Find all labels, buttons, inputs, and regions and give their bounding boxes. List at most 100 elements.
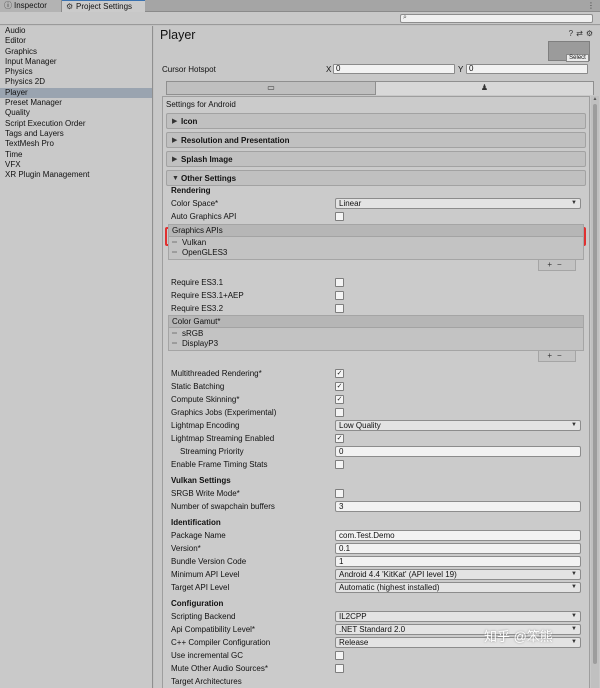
select-button[interactable]: Select — [566, 54, 589, 62]
category-physics[interactable]: Physics — [0, 67, 152, 77]
min-api-label: Minimum API Level — [171, 570, 240, 579]
settings-category-list: Audio Editor Graphics Input Manager Phys… — [0, 26, 153, 688]
category-time[interactable]: Time — [0, 150, 152, 160]
category-quality[interactable]: Quality — [0, 108, 152, 118]
mute-audio-label: Mute Other Audio Sources* — [171, 664, 268, 673]
frame-timing-checkbox[interactable] — [335, 460, 344, 469]
es31-checkbox[interactable] — [335, 278, 344, 287]
tab-project-settings[interactable]: ⚙ Project Settings — [62, 0, 145, 12]
graphics-apis-header: Graphics APIs — [169, 225, 583, 237]
foldout-other-settings[interactable]: ▼ Other Settings — [166, 170, 586, 186]
category-editor[interactable]: Editor — [0, 36, 152, 46]
scripting-backend-dropdown[interactable]: IL2CPP ▼ — [335, 611, 581, 622]
android-settings-content: Settings for Android ▶ Icon ▶ Resolution… — [162, 96, 590, 688]
color-gamut-list: Color Gamut* ═ sRGB ═ DisplayP3 — [168, 315, 584, 351]
section-identification: Identification — [171, 518, 221, 527]
compute-skinning-checkbox[interactable]: ✓ — [335, 395, 344, 404]
minus-icon[interactable]: − — [557, 260, 567, 269]
tab-inspector[interactable]: ⓘ Inspector — [0, 0, 62, 12]
foldout-splash[interactable]: ▶ Splash Image — [166, 151, 586, 167]
tab-standalone[interactable]: ▭ — [166, 81, 376, 95]
package-name-input[interactable]: com.Test.Demo — [335, 530, 581, 541]
settings-for-label: Settings for Android — [166, 100, 236, 109]
preset-icon[interactable]: ⇄ — [576, 29, 586, 38]
gear-icon: ⚙ — [66, 2, 74, 11]
bundle-version-input[interactable]: 1 — [335, 556, 581, 567]
drag-handle-icon[interactable]: ═ — [172, 329, 177, 339]
category-tags-and-layers[interactable]: Tags and Layers — [0, 129, 152, 139]
window-menu-icon[interactable]: ⋮ — [587, 0, 595, 12]
category-xr-plugin-management[interactable]: XR Plugin Management — [0, 170, 152, 180]
srgb-write-checkbox[interactable] — [335, 489, 344, 498]
es31-label: Require ES3.1 — [171, 278, 224, 287]
incremental-gc-checkbox[interactable] — [335, 651, 344, 660]
version-label: Version* — [171, 544, 201, 553]
category-textmesh-pro[interactable]: TextMesh Pro — [0, 139, 152, 149]
swapchain-label: Number of swapchain buffers — [171, 502, 275, 511]
lightmap-streaming-checkbox[interactable]: ✓ — [335, 434, 344, 443]
plus-icon[interactable]: + — [547, 260, 557, 269]
hotspot-x-label: X — [326, 65, 332, 74]
es32-label: Require ES3.2 — [171, 304, 224, 313]
multithreaded-checkbox[interactable]: ✓ — [335, 369, 344, 378]
es31aep-checkbox[interactable] — [335, 291, 344, 300]
drag-handle-icon[interactable]: ═ — [172, 339, 177, 349]
category-script-execution-order[interactable]: Script Execution Order — [0, 119, 152, 129]
add-remove-buttons[interactable]: +− — [538, 260, 576, 271]
lightmap-encoding-dropdown[interactable]: Low Quality ▼ — [335, 420, 581, 431]
settings-gear-icon[interactable]: ⚙ — [586, 29, 596, 38]
streaming-priority-input[interactable]: 0 — [335, 446, 581, 457]
auto-graphics-api-checkbox[interactable] — [335, 212, 344, 221]
swapchain-input[interactable]: 3 — [335, 501, 581, 512]
add-remove-buttons[interactable]: +− — [538, 351, 576, 362]
target-api-dropdown[interactable]: Automatic (highest installed) ▼ — [335, 582, 581, 593]
foldout-icon[interactable]: ▶ Icon — [166, 113, 586, 129]
tab-android[interactable]: ♟ — [375, 81, 594, 95]
scroll-up-icon[interactable]: ▲ — [591, 96, 599, 102]
list-item[interactable]: DisplayP3 — [182, 339, 218, 349]
hotspot-x-input[interactable]: 0 — [333, 64, 455, 74]
help-icon[interactable]: ? — [569, 29, 576, 38]
section-configuration: Configuration — [171, 599, 224, 608]
category-vfx[interactable]: VFX — [0, 160, 152, 170]
graphics-jobs-checkbox[interactable] — [335, 408, 344, 417]
hotspot-y-label: Y — [458, 65, 464, 74]
category-player[interactable]: Player — [0, 87, 152, 99]
list-item[interactable]: OpenGLES3 — [182, 248, 227, 258]
static-batching-checkbox[interactable]: ✓ — [335, 382, 344, 391]
category-audio[interactable]: Audio — [0, 26, 152, 36]
drag-handle-icon[interactable]: ═ — [172, 238, 177, 248]
vertical-scrollbar[interactable]: ▲ — [591, 96, 599, 688]
chevron-right-icon: ▶ — [172, 118, 178, 125]
lightmap-streaming-label: Lightmap Streaming Enabled — [171, 434, 275, 443]
chevron-down-icon: ▼ — [571, 584, 577, 590]
category-preset-manager[interactable]: Preset Manager — [0, 98, 152, 108]
plus-icon[interactable]: + — [547, 351, 557, 360]
search-bar: ⌕ — [0, 12, 600, 25]
search-input[interactable]: ⌕ — [400, 14, 593, 23]
category-input-manager[interactable]: Input Manager — [0, 57, 152, 67]
es32-checkbox[interactable] — [335, 304, 344, 313]
foldout-resolution[interactable]: ▶ Resolution and Presentation — [166, 132, 586, 148]
category-graphics[interactable]: Graphics — [0, 47, 152, 57]
player-settings-panel: Player ?⇄⚙ Select Cursor Hotspot X 0 Y 0… — [154, 26, 600, 688]
lightmap-encoding-label: Lightmap Encoding — [171, 421, 240, 430]
watermark: 知乎 @笨熊 — [484, 629, 553, 644]
hotspot-y-input[interactable]: 0 — [466, 64, 588, 74]
list-item[interactable]: Vulkan — [182, 238, 206, 248]
color-space-dropdown[interactable]: Linear ▼ — [335, 198, 581, 209]
monitor-icon: ▭ — [267, 83, 275, 92]
target-api-label: Target API Level — [171, 583, 230, 592]
static-batching-label: Static Batching — [171, 382, 225, 391]
graphics-apis-list: Graphics APIs ═ Vulkan ═ OpenGLES3 — [168, 224, 584, 260]
minus-icon[interactable]: − — [557, 351, 567, 360]
version-input[interactable]: 0.1 — [335, 543, 581, 554]
list-item[interactable]: sRGB — [182, 329, 203, 339]
category-physics-2d[interactable]: Physics 2D — [0, 77, 152, 87]
scrollbar-thumb[interactable] — [593, 104, 597, 664]
min-api-dropdown[interactable]: Android 4.4 'KitKat' (API level 19) ▼ — [335, 569, 581, 580]
foldout-other-label: Other Settings — [181, 174, 237, 183]
window-tab-bar: ⓘ Inspector ⚙ Project Settings ⋮ — [0, 0, 600, 12]
drag-handle-icon[interactable]: ═ — [172, 248, 177, 258]
mute-audio-checkbox[interactable] — [335, 664, 344, 673]
